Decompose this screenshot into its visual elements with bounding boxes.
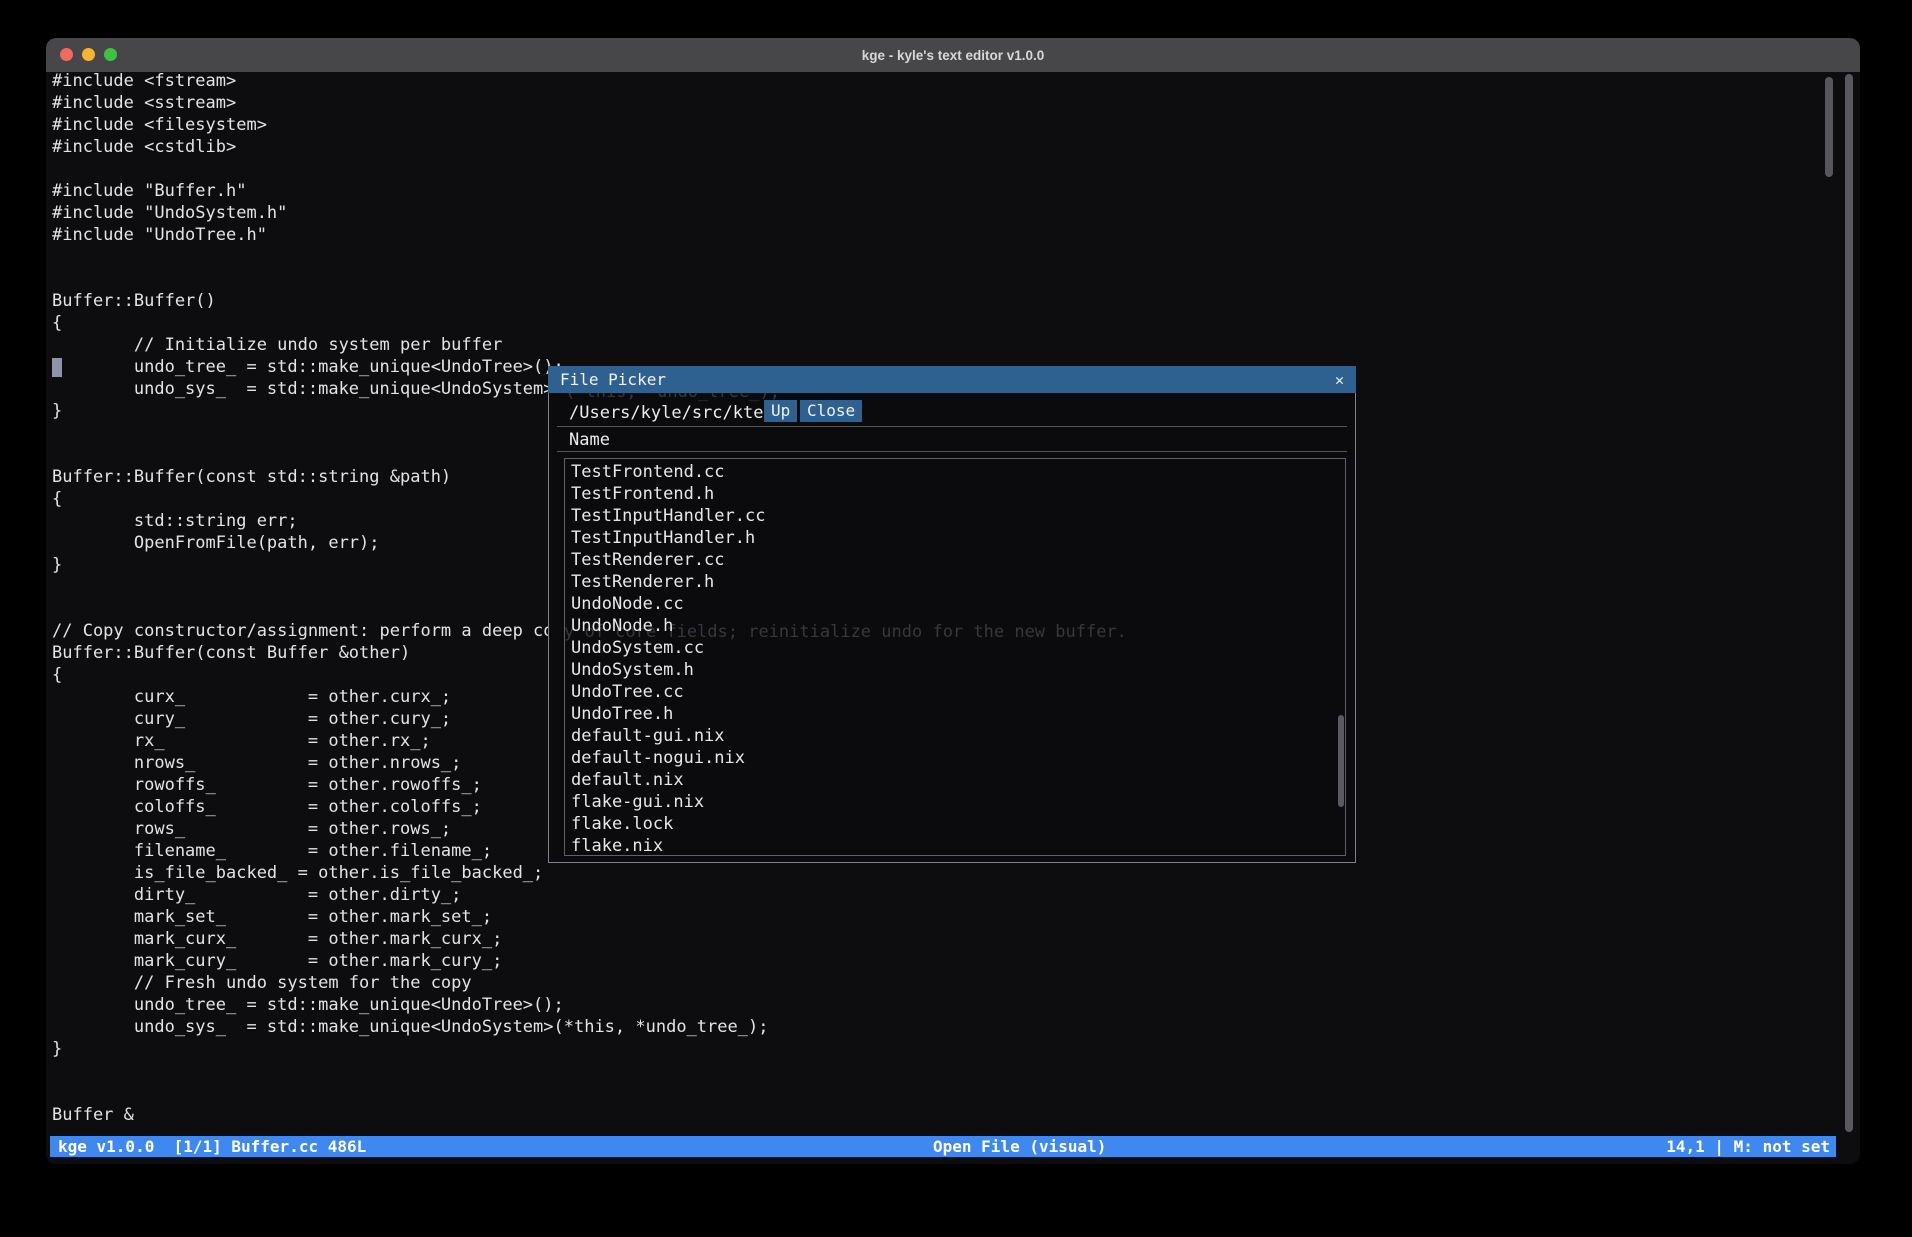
file-list-item[interactable]: UndoSystem.cc — [565, 637, 1345, 659]
current-path-label: /Users/kyle/src/kte — [569, 403, 763, 423]
file-list-item[interactable]: TestInputHandler.h — [565, 527, 1345, 549]
file-list-item[interactable]: default-nogui.nix — [565, 747, 1345, 769]
file-list-item[interactable]: flake.lock — [565, 813, 1345, 835]
status-bar: kge v1.0.0 [1/1] Buffer.cc 486L Open Fil… — [50, 1136, 1836, 1157]
file-list-item[interactable]: TestFrontend.h — [565, 483, 1345, 505]
file-list-item[interactable]: UndoTree.h — [565, 703, 1345, 725]
file-list-item[interactable]: default-gui.nix — [565, 725, 1345, 747]
status-cursor-position: 14,1 | M: not set — [1666, 1136, 1830, 1157]
app-window: kge - kyle's text editor v1.0.0 #include… — [46, 38, 1860, 1164]
file-picker-dialog: (*this, *undo_tree_); y of core fields; … — [548, 366, 1356, 863]
file-list-item[interactable]: UndoNode.h — [565, 615, 1345, 637]
file-list-item[interactable]: UndoNode.cc — [565, 593, 1345, 615]
up-button[interactable]: Up — [764, 400, 797, 422]
file-list-item[interactable]: UndoSystem.h — [565, 659, 1345, 681]
file-list-item[interactable]: flake-gui.nix — [565, 791, 1345, 813]
dialog-titlebar[interactable]: File Picker ✕ — [548, 366, 1356, 393]
file-list-item[interactable]: default.nix — [565, 769, 1345, 791]
file-list-item[interactable]: TestRenderer.cc — [565, 549, 1345, 571]
status-left-label: kge v1.0.0 [1/1] Buffer.cc 486L — [58, 1136, 366, 1157]
file-list: TestFrontend.ccTestFrontend.hTestInputHa… — [564, 458, 1346, 856]
file-list-item[interactable]: TestFrontend.cc — [565, 461, 1345, 483]
file-list-item[interactable]: TestInputHandler.cc — [565, 505, 1345, 527]
text-cursor — [52, 358, 62, 377]
file-list-item[interactable]: flake.nix — [565, 835, 1345, 857]
separator — [557, 451, 1347, 452]
file-list-item[interactable]: TestRenderer.h — [565, 571, 1345, 593]
separator — [557, 426, 1347, 427]
file-list-scrollbar-thumb[interactable] — [1338, 715, 1344, 807]
window-scrollbar[interactable] — [1845, 74, 1853, 1132]
file-list-item[interactable]: UndoTree.cc — [565, 681, 1345, 703]
editor-scrollbar-thumb[interactable] — [1825, 77, 1833, 177]
name-column-header: Name — [569, 430, 610, 450]
close-button[interactable]: Close — [800, 400, 862, 422]
status-mode-label: Open File (visual) — [933, 1136, 1106, 1157]
dialog-title: File Picker — [560, 370, 666, 389]
dialog-close-icon[interactable]: ✕ — [1335, 371, 1344, 389]
window-title: kge - kyle's text editor v1.0.0 — [46, 38, 1860, 72]
window-titlebar[interactable]: kge - kyle's text editor v1.0.0 — [46, 38, 1860, 72]
